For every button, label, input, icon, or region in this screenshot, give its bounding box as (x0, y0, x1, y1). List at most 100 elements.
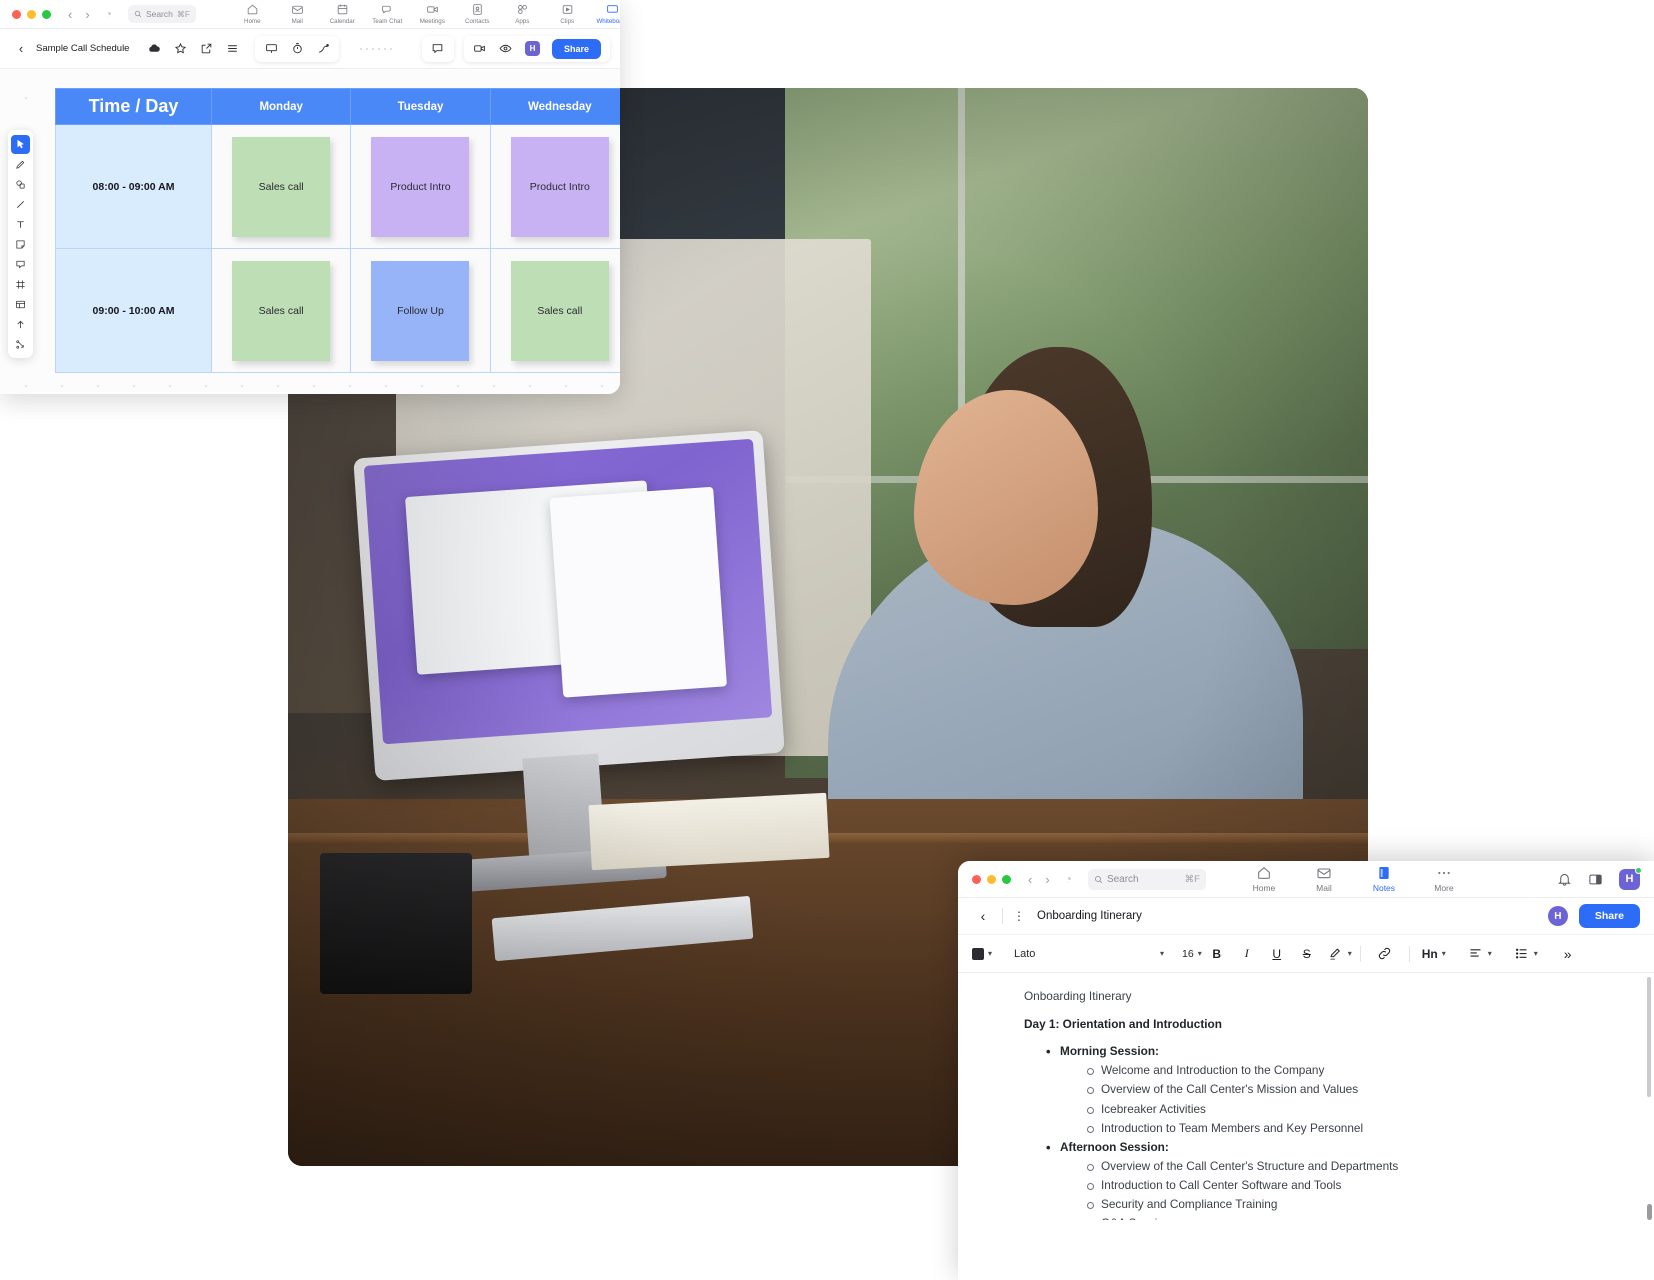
notes-window-controls[interactable] (972, 874, 1011, 884)
sticky-note[interactable]: Sales call (232, 260, 331, 361)
video-icon[interactable] (473, 42, 487, 56)
minimize-window-button[interactable] (987, 874, 996, 884)
share-button[interactable]: Share (551, 38, 601, 59)
nav-item-notes[interactable]: Notes (1354, 865, 1414, 893)
sticky-note[interactable]: Sales call (232, 136, 331, 237)
back-arrow-icon[interactable]: ‹ (68, 7, 72, 22)
sticky-note[interactable]: Sales call (510, 260, 609, 361)
nav-item-whiteboard[interactable]: Whiteboard (590, 3, 620, 25)
font-size-select[interactable]: 16 ▾ (1182, 948, 1202, 960)
note-content[interactable]: Onboarding Itinerary Day 1: Orientation … (958, 987, 1654, 1220)
forward-arrow-icon[interactable]: › (85, 7, 89, 22)
notes-search-input[interactable]: Search ⌘F (1087, 868, 1206, 890)
comment-icon[interactable] (431, 42, 445, 56)
list-select[interactable]: ▾ (1514, 943, 1538, 965)
text-color-picker[interactable]: ▾ (972, 943, 992, 965)
schedule-cell[interactable]: Sales call (210, 248, 352, 373)
notes-back-button[interactable]: ‹ (972, 908, 994, 924)
history-icon[interactable]: ◔ (1065, 872, 1072, 886)
share-button[interactable]: Share (1578, 904, 1640, 928)
tool-frame[interactable] (11, 275, 30, 294)
font-family-value: Lato (1014, 947, 1036, 960)
vertical-scrollbar[interactable] (1647, 977, 1651, 1097)
list-item: Overview of the Call Center's Structure … (1086, 1157, 1634, 1176)
nav-label: Team Chat (372, 18, 403, 25)
nav-label: Mail (1316, 883, 1332, 893)
nav-item-home[interactable]: Home (230, 3, 275, 25)
tool-pen[interactable] (11, 155, 30, 174)
nav-item-meetings[interactable]: Meetings (410, 3, 455, 25)
schedule-cell[interactable]: Product Intro (489, 124, 620, 249)
nav-item-contacts[interactable]: Contacts (455, 3, 500, 25)
collaborator-avatar[interactable]: H (1547, 906, 1568, 926)
tool-select[interactable] (11, 134, 30, 154)
forward-arrow-icon[interactable]: › (1045, 872, 1049, 887)
timer-icon[interactable] (290, 42, 304, 56)
schedule-cell[interactable]: Product Intro (350, 124, 491, 249)
schedule-cell[interactable]: Follow Up (350, 248, 491, 373)
strikethrough-button[interactable]: S (1292, 947, 1322, 961)
notes-history-nav[interactable]: ‹ › (1028, 872, 1050, 887)
close-window-button[interactable] (12, 9, 21, 19)
tool-text[interactable] (11, 215, 30, 234)
close-window-button[interactable] (972, 874, 981, 884)
window-controls[interactable] (12, 9, 51, 19)
schedule-cell[interactable]: Sales call (210, 124, 352, 249)
tool-upload[interactable] (11, 315, 30, 334)
nav-item-team-chat[interactable]: Team Chat (365, 3, 410, 25)
nav-item-more[interactable]: More (1414, 865, 1474, 893)
tool-connector[interactable] (11, 335, 30, 354)
time-slot-cell: 08:00 - 09:00 AM (55, 124, 212, 249)
nav-item-apps[interactable]: Apps (500, 3, 545, 25)
schedule-cell[interactable]: Sales call (489, 248, 620, 373)
tool-shapes[interactable] (11, 175, 30, 194)
nav-item-calendar[interactable]: Calendar (320, 3, 365, 25)
nav-item-mail[interactable]: Mail (1294, 865, 1354, 893)
menu-icon[interactable] (225, 42, 239, 56)
search-input[interactable]: Search ⌘F (127, 5, 196, 23)
search-icon (1094, 875, 1103, 883)
nav-item-mail[interactable]: Mail (275, 3, 320, 25)
font-family-select[interactable]: Lato ▾ (1014, 948, 1164, 960)
history-icon[interactable]: ◔ (105, 7, 112, 21)
avatar[interactable]: H (524, 41, 540, 56)
avatar[interactable]: H (1619, 866, 1642, 890)
whiteboard-canvas[interactable]: Time / Day Monday Tuesday Wednesday 08:0… (0, 70, 620, 394)
present-icon[interactable] (264, 42, 278, 56)
bell-icon[interactable] (1557, 872, 1572, 887)
laser-pointer-icon[interactable] (316, 42, 330, 56)
underline-button[interactable]: U (1262, 947, 1292, 961)
scroll-thumb[interactable] (1647, 1204, 1652, 1220)
kebab-menu-icon[interactable]: ⋮ (1011, 910, 1027, 921)
tool-line[interactable] (11, 195, 30, 214)
sticky-note[interactable]: Product Intro (510, 136, 609, 237)
link-button[interactable] (1377, 946, 1393, 962)
eye-icon[interactable] (499, 42, 513, 56)
cloud-saved-icon[interactable] (147, 42, 161, 56)
italic-button[interactable]: I (1232, 946, 1262, 961)
tool-template[interactable] (11, 295, 30, 314)
note-heading: Day 1: Orientation and Introduction (1024, 1017, 1222, 1032)
highlight-button[interactable]: ▾ (1328, 943, 1352, 965)
tool-comment[interactable] (11, 255, 30, 274)
maximize-window-button[interactable] (42, 9, 51, 19)
back-arrow-icon[interactable]: ‹ (1028, 872, 1032, 887)
bold-button[interactable]: B (1202, 947, 1232, 961)
align-select[interactable]: ▾ (1468, 943, 1492, 965)
more-options-button[interactable]: » (1564, 946, 1572, 962)
star-icon[interactable] (173, 42, 187, 56)
whiteboard-back-button[interactable]: ‹ (10, 41, 32, 56)
heading-select[interactable]: Hn ▾ (1422, 943, 1446, 965)
notes-format-toolbar: ▾ Lato ▾ 16 ▾ B I U S ▾ Hn ▾ ▾ ▾ » (958, 935, 1654, 973)
sticky-note[interactable]: Follow Up (371, 260, 470, 361)
notes-document-body[interactable]: Onboarding Itinerary Day 1: Orientation … (958, 973, 1654, 1220)
history-nav[interactable]: ‹ › (68, 7, 90, 22)
open-external-icon[interactable] (199, 42, 213, 56)
sticky-note[interactable]: Product Intro (371, 136, 470, 237)
minimize-window-button[interactable] (27, 9, 36, 19)
nav-item-clips[interactable]: Clips (545, 3, 590, 25)
nav-item-home[interactable]: Home (1234, 865, 1294, 893)
maximize-window-button[interactable] (1002, 874, 1011, 884)
sidebar-toggle-icon[interactable] (1588, 872, 1603, 887)
tool-sticky-note[interactable] (11, 235, 30, 254)
